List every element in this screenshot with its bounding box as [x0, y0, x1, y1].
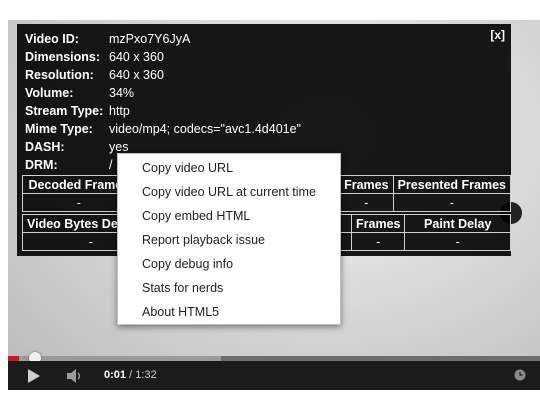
stats-row-mime-type: Mime Type: video/mp4; codecs="avc1.4d401e… [25, 120, 301, 138]
table-header: Frames [339, 175, 394, 194]
menu-item-copy-video-url-at-time[interactable]: Copy video URL at current time [142, 182, 316, 202]
table-header: Frames [350, 214, 406, 233]
table-cell: - [392, 193, 512, 212]
stats-value: video/mp4; codecs="avc1.4d401e" [109, 122, 301, 136]
duration: 1:32 [135, 369, 157, 381]
stats-close-button[interactable]: [x] [490, 28, 505, 42]
clock-icon[interactable] [514, 369, 526, 381]
stats-row-dash: DASH: yes [25, 138, 128, 156]
stats-value: / [109, 158, 113, 172]
time-separator: / [126, 369, 136, 381]
stats-row-resolution: Resolution: 640 x 360 [25, 66, 164, 84]
menu-item-report-playback-issue[interactable]: Report playback issue [142, 230, 265, 250]
stats-key: Resolution: [25, 68, 94, 82]
stats-key: Video ID: [25, 32, 79, 46]
player-controls-bar: 0:01 / 1:32 [8, 361, 540, 390]
play-icon[interactable] [28, 369, 40, 383]
menu-item-stats-for-nerds[interactable]: Stats for nerds [142, 278, 223, 298]
table-cell: - [339, 193, 394, 212]
current-time: 0:01 [104, 369, 127, 381]
stats-row-stream-type: Stream Type: http [25, 102, 130, 120]
stats-key: Stream Type: [25, 104, 104, 118]
stats-row-dimensions: Dimensions: 640 x 360 [25, 48, 164, 66]
table-header: Presented Frames [392, 175, 512, 194]
time-display: 0:01 / 1:32 [104, 369, 157, 381]
stats-value: http [109, 104, 130, 118]
stats-value: mzPxo7Y6JyA [109, 32, 191, 46]
stats-key: DASH: [25, 140, 65, 154]
menu-item-copy-video-url[interactable]: Copy video URL [142, 158, 233, 178]
player-top-strip [8, 0, 540, 20]
stats-key: Mime Type: [25, 122, 93, 136]
menu-item-copy-debug-info[interactable]: Copy debug info [142, 254, 233, 274]
stats-value: 640 x 360 [109, 68, 164, 82]
stats-value: 34% [109, 86, 135, 100]
stats-value: 640 x 360 [109, 50, 164, 64]
context-menu: Copy video URL Copy video URL at current… [117, 153, 341, 325]
stats-key: DRM: [25, 158, 58, 172]
stats-row-volume: Volume: 34% [25, 84, 134, 102]
stats-row-drm: DRM: / [25, 156, 112, 174]
menu-item-about-html5[interactable]: About HTML5 [142, 302, 219, 322]
stats-row-video-id: Video ID: mzPxo7Y6JyA [25, 30, 190, 48]
table-cell: - [404, 232, 511, 251]
menu-item-copy-embed-html[interactable]: Copy embed HTML [142, 206, 250, 226]
stats-key: Dimensions: [25, 50, 101, 64]
table-header: Paint Delay [404, 214, 511, 233]
table-cell: - [350, 232, 406, 251]
volume-icon[interactable] [66, 368, 84, 384]
stats-key: Volume: [25, 86, 74, 100]
